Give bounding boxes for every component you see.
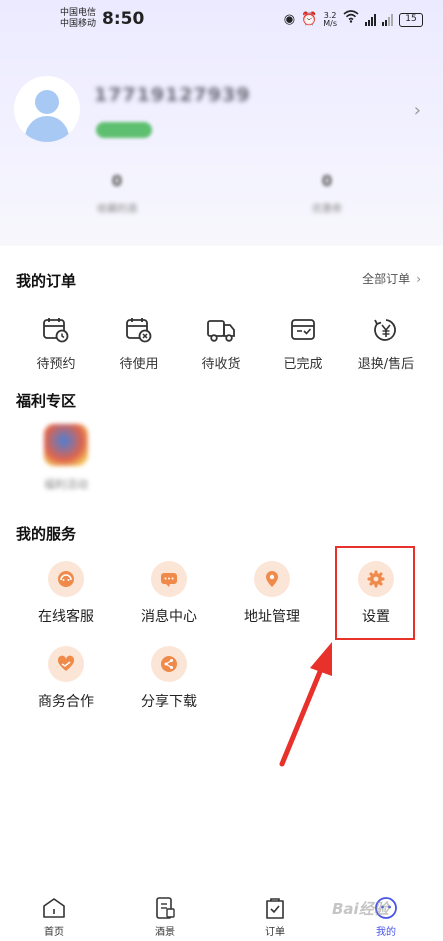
calendar-x-icon: [126, 318, 152, 343]
order-label: 待预约: [36, 357, 76, 372]
stat-favorites[interactable]: 0 收藏的酒: [72, 172, 162, 215]
member-badge: [96, 122, 152, 138]
wallet-check-icon: [291, 319, 315, 340]
service-share-download[interactable]: 分享下载: [124, 646, 214, 711]
share-icon: [151, 646, 187, 682]
annotation-arrow: [279, 642, 332, 767]
location-pin-icon: [254, 561, 290, 597]
order-refund-aftersale[interactable]: 退换/售后: [346, 316, 426, 372]
customer-service-icon: [48, 561, 84, 597]
orders-section-title: 我的订单: [16, 272, 77, 290]
services-section-title: 我的服务: [16, 525, 77, 543]
welfare-section-title: 福利专区: [16, 392, 77, 410]
order-label: 待收货: [201, 357, 241, 372]
service-message-center[interactable]: 消息中心: [124, 561, 214, 626]
avatar[interactable]: [14, 76, 80, 142]
clock: 8:50: [102, 9, 145, 29]
service-label: 分享下载: [141, 694, 197, 710]
service-address-management[interactable]: 地址管理: [227, 561, 317, 626]
eye-icon: ◉: [283, 11, 296, 27]
scenery-icon: [156, 897, 175, 919]
stat-coupons[interactable]: 0 优惠券: [282, 172, 372, 215]
heart-hand-icon: [48, 646, 84, 682]
welfare-item-label[interactable]: 福利活动: [34, 476, 98, 492]
service-label: 在线客服: [38, 609, 94, 625]
stat-value: 0: [321, 172, 333, 190]
message-icon: [151, 561, 187, 597]
signal-1-icon: [365, 13, 376, 26]
order-bag-icon: [266, 898, 284, 919]
status-icons: ◉ ⏰ 3.2 M/s 15: [284, 10, 423, 29]
home-icon: [43, 898, 65, 918]
nav-label: 订单: [265, 927, 285, 938]
wifi-icon: [343, 10, 359, 29]
carrier-info: 中国电信 中国移动: [60, 8, 96, 30]
service-label: 商务合作: [38, 694, 94, 710]
avatar-head: [35, 90, 59, 114]
network-speed-unit: M/s: [323, 18, 337, 28]
order-label: 退换/售后: [357, 357, 415, 372]
nav-label: 我的: [376, 927, 396, 938]
truck-icon: [207, 320, 235, 342]
nav-orders[interactable]: 订单: [245, 896, 305, 938]
battery-icon: 15: [399, 12, 423, 27]
calendar-clock-icon: [43, 318, 69, 343]
all-orders-label: 全部订单: [362, 272, 411, 286]
alarm-icon: ⏰: [301, 11, 318, 27]
nav-label: 酒景: [155, 927, 175, 938]
nav-home[interactable]: 首页: [24, 896, 84, 938]
service-online-support[interactable]: 在线客服: [21, 561, 111, 626]
carrier-1: 中国电信: [60, 8, 97, 18]
yuan-refund-icon: [374, 319, 396, 341]
order-label: 待使用: [119, 357, 159, 372]
all-orders-link[interactable]: 全部订单 ›: [362, 270, 421, 287]
nav-scenery[interactable]: 酒景: [135, 896, 195, 938]
avatar-body: [25, 116, 69, 142]
settings-highlight-box: [335, 546, 415, 640]
service-business-cooperation[interactable]: 商务合作: [21, 646, 111, 711]
status-bar: 中国电信 中国移动 8:50 ◉ ⏰ 3.2 M/s 15: [0, 0, 443, 40]
stat-label: 收藏的酒: [97, 204, 137, 215]
chevron-right-icon: ›: [416, 272, 421, 286]
user-phone: 17719127939: [94, 84, 251, 106]
order-label: 已完成: [283, 357, 323, 372]
carrier-2: 中国移动: [60, 19, 97, 29]
welfare-item-image[interactable]: [44, 424, 88, 466]
chevron-right-icon[interactable]: ›: [414, 100, 421, 121]
stat-label: 优惠券: [312, 204, 342, 215]
order-completed[interactable]: 已完成: [263, 316, 343, 372]
service-label: 消息中心: [141, 609, 197, 625]
watermark: Bai经验: [332, 900, 389, 918]
signal-2-icon: [382, 13, 393, 26]
order-pending-use[interactable]: 待使用: [99, 316, 179, 372]
order-pending-receipt[interactable]: 待收货: [181, 316, 261, 372]
order-pending-appointment[interactable]: 待预约: [16, 316, 96, 372]
network-speed: 3.2 M/s: [323, 11, 337, 28]
stat-value: 0: [111, 172, 123, 190]
nav-label: 首页: [44, 927, 64, 938]
service-label: 地址管理: [244, 609, 300, 625]
